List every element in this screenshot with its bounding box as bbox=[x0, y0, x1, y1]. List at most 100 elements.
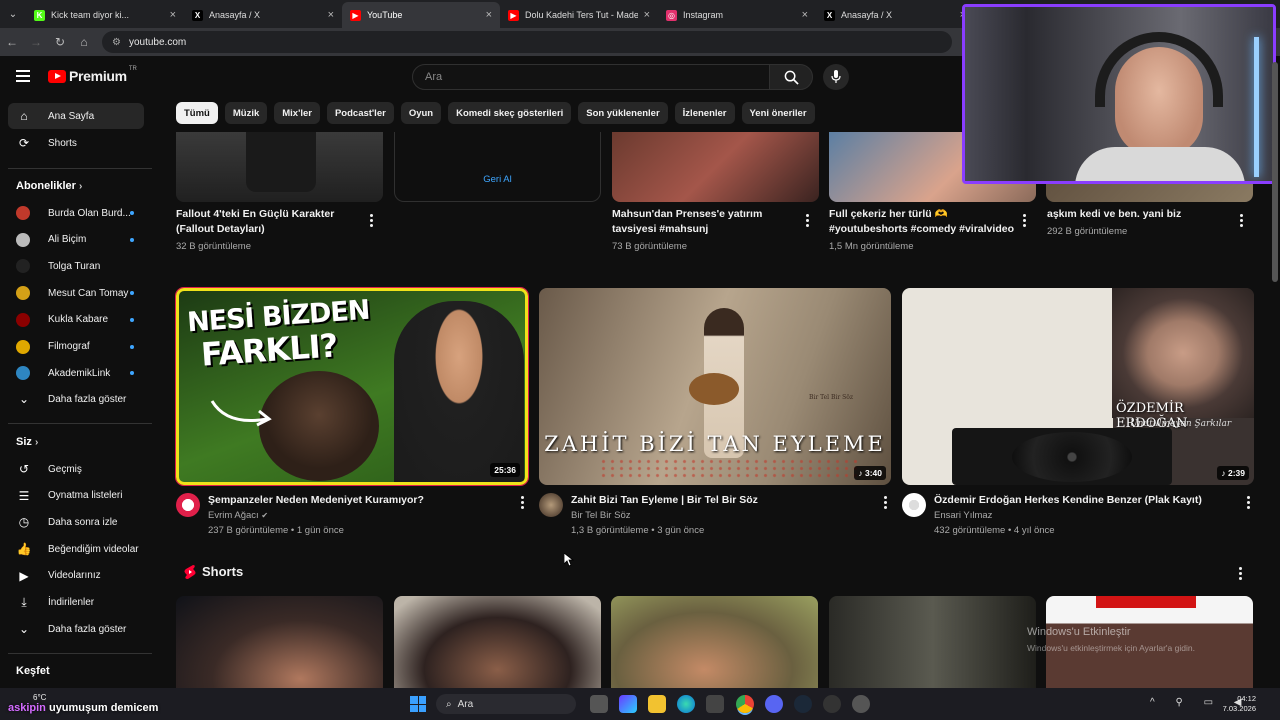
chrome-icon[interactable] bbox=[736, 695, 754, 713]
edge-icon[interactable] bbox=[677, 695, 695, 713]
short-thumbnail[interactable] bbox=[611, 596, 818, 688]
channel-avatar[interactable] bbox=[902, 493, 926, 517]
sidebar-item[interactable]: Filmograf bbox=[8, 334, 144, 360]
browser-tab[interactable]: XAnasayfa / X× bbox=[184, 2, 342, 28]
obs-icon[interactable] bbox=[823, 695, 841, 713]
windows-start-icon[interactable] bbox=[410, 696, 426, 712]
menu-icon[interactable] bbox=[16, 70, 30, 85]
you-heading[interactable]: Siz › bbox=[16, 436, 38, 448]
sidebar-item[interactable]: Ali Biçim bbox=[8, 227, 144, 253]
filter-chip[interactable]: Son yüklenenler bbox=[578, 102, 668, 124]
short-thumbnail[interactable] bbox=[829, 596, 1036, 688]
browser-tab[interactable]: ▶ YouTube × bbox=[342, 2, 500, 28]
url-field[interactable]: ⚙ youtube.com bbox=[102, 31, 952, 53]
search-input[interactable]: Ara bbox=[412, 64, 770, 90]
channel-name[interactable]: Evrim Ağacı ✔ bbox=[208, 510, 268, 521]
store-icon[interactable] bbox=[706, 695, 724, 713]
sidebar-item[interactable]: ⌄ Daha fazla göster bbox=[8, 386, 144, 412]
reload-icon[interactable]: ↻ bbox=[48, 35, 72, 49]
more-options-icon[interactable] bbox=[803, 214, 811, 227]
sidebar-item[interactable]: ▶ Videolarınız bbox=[8, 563, 144, 589]
browser-tab[interactable]: ▶ Dolu Kadehi Ters Tut - Madem × bbox=[500, 2, 658, 28]
browser-tab[interactable]: ◎ Instagram × bbox=[658, 2, 816, 28]
short-thumbnail[interactable] bbox=[394, 596, 601, 688]
clock[interactable]: 04:12 7.03.2026 bbox=[1223, 694, 1256, 714]
filter-chip[interactable]: Müzik bbox=[224, 102, 268, 124]
more-options-icon[interactable] bbox=[1244, 496, 1252, 509]
short-thumbnail[interactable] bbox=[176, 596, 383, 688]
sidebar-item[interactable]: Mesut Can Tomay bbox=[8, 280, 144, 306]
tab-close-icon[interactable]: × bbox=[328, 9, 334, 21]
discord-icon[interactable] bbox=[765, 695, 783, 713]
undo-button[interactable]: Geri Al bbox=[395, 174, 600, 185]
weather-widget[interactable]: 6°C bbox=[33, 693, 46, 702]
tab-close-icon[interactable]: × bbox=[170, 9, 176, 21]
sidebar-item[interactable]: ☰ Oynatma listeleri bbox=[8, 483, 144, 509]
short-thumbnail[interactable] bbox=[1046, 596, 1253, 688]
file-explorer-icon[interactable] bbox=[648, 695, 666, 713]
short-title[interactable]: Full çekeriz her türlü 🫶 #youtubeshorts … bbox=[829, 207, 1014, 237]
video-thumbnail[interactable]: Bir Tel Bir Söz ZAHİT BİZİ TAN EYLEME ♪ … bbox=[539, 288, 891, 485]
forward-icon[interactable]: → bbox=[24, 35, 48, 49]
filter-chip[interactable]: Yeni öneriler bbox=[741, 102, 815, 124]
more-options-icon[interactable] bbox=[1020, 214, 1028, 227]
video-title[interactable]: Özdemir Erdoğan Herkes Kendine Benzer (P… bbox=[934, 493, 1234, 508]
filter-chip[interactable]: Mix'ler bbox=[274, 102, 320, 124]
settings-icon[interactable] bbox=[852, 695, 870, 713]
channel-name[interactable]: Bir Tel Bir Söz bbox=[571, 510, 630, 521]
filter-chip[interactable]: Podcast'ler bbox=[326, 102, 394, 124]
video-thumbnail[interactable] bbox=[176, 132, 383, 202]
browser-tab[interactable]: K Kick team diyor ki... × bbox=[26, 2, 184, 28]
sidebar-item[interactable]: ⟳ Shorts bbox=[8, 130, 144, 156]
shorts-more-icon[interactable] bbox=[1236, 567, 1244, 580]
video-title[interactable]: Zahit Bizi Tan Eyleme | Bir Tel Bir Söz bbox=[571, 493, 871, 508]
sidebar-item[interactable]: ⤓ İndirilenler bbox=[8, 590, 144, 616]
chevron-down-icon: ⌄ bbox=[18, 392, 30, 406]
search-button[interactable] bbox=[769, 64, 813, 90]
sidebar-item[interactable]: 👍 Beğendiğim videolar bbox=[8, 536, 144, 562]
steam-icon[interactable] bbox=[794, 695, 812, 713]
more-options-icon[interactable] bbox=[367, 214, 375, 227]
filter-chip[interactable]: Tümü bbox=[176, 102, 218, 124]
video-title[interactable]: Şempanzeler Neden Medeniyet Kuramıyor? bbox=[208, 493, 508, 508]
task-view-icon[interactable] bbox=[590, 695, 608, 713]
filter-chip[interactable]: Oyun bbox=[400, 102, 442, 124]
sidebar-item[interactable]: Kukla Kabare bbox=[8, 307, 144, 333]
tab-close-icon[interactable]: × bbox=[486, 9, 492, 21]
channel-avatar-icon bbox=[16, 312, 30, 327]
subscriptions-heading[interactable]: Abonelikler › bbox=[16, 180, 82, 192]
filter-chip[interactable]: İzlenenler bbox=[674, 102, 735, 124]
short-thumbnail[interactable] bbox=[612, 132, 819, 202]
sidebar-item[interactable]: ⌂ Ana Sayfa bbox=[8, 103, 144, 129]
back-icon[interactable]: ← bbox=[0, 35, 24, 49]
filter-chip[interactable]: Komedi skeç gösterileri bbox=[448, 102, 572, 124]
page-scrollbar[interactable] bbox=[1272, 62, 1278, 282]
widgets-icon[interactable] bbox=[619, 695, 637, 713]
sidebar-item[interactable]: Burda Olan Burd... bbox=[8, 200, 144, 226]
channel-avatar[interactable] bbox=[539, 493, 563, 517]
channel-avatar[interactable] bbox=[176, 493, 200, 517]
home-icon[interactable]: ⌂ bbox=[72, 35, 96, 49]
video-title[interactable]: Fallout 4'teki En Güçlü Karakter (Fallou… bbox=[176, 207, 356, 237]
more-options-icon[interactable] bbox=[881, 496, 889, 509]
more-options-icon[interactable] bbox=[1237, 214, 1245, 227]
voice-search-button[interactable] bbox=[823, 64, 849, 90]
tab-search-icon[interactable]: ⌄ bbox=[0, 0, 26, 28]
channel-name[interactable]: Ensari Yılmaz bbox=[934, 510, 992, 521]
short-title[interactable]: aşkım kedi ve ben. yani biz bbox=[1047, 207, 1227, 222]
video-thumbnail[interactable]: NESİ BİZDEN FARKLI? 25:36 bbox=[175, 287, 529, 486]
short-title[interactable]: Mahsun'dan Prenses'e yatırım tavsiyesi #… bbox=[612, 207, 787, 237]
video-thumbnail[interactable]: ÖZDEMİR ERDOĞAN Unutulmayan Şarkılar ♪ 2… bbox=[902, 288, 1254, 485]
youtube-premium-logo[interactable]: Premium TR bbox=[48, 66, 137, 84]
sidebar-item[interactable]: ◷ Daha sonra izle bbox=[8, 509, 144, 535]
sidebar-item[interactable]: Tolga Turan bbox=[8, 253, 144, 279]
more-options-icon[interactable] bbox=[518, 496, 526, 509]
sidebar-item[interactable]: AkademikLink bbox=[8, 360, 144, 386]
tab-close-icon[interactable]: × bbox=[802, 9, 808, 21]
site-info-icon[interactable]: ⚙ bbox=[112, 37, 121, 48]
tab-close-icon[interactable]: × bbox=[644, 9, 650, 21]
browser-tab[interactable]: XAnasayfa / X× bbox=[816, 2, 974, 28]
sidebar-item[interactable]: ↺ Geçmiş bbox=[8, 456, 144, 482]
sidebar-item[interactable]: ⌄ Daha fazla göster bbox=[8, 616, 144, 642]
taskbar-search[interactable]: ⌕ Ara bbox=[436, 694, 576, 714]
